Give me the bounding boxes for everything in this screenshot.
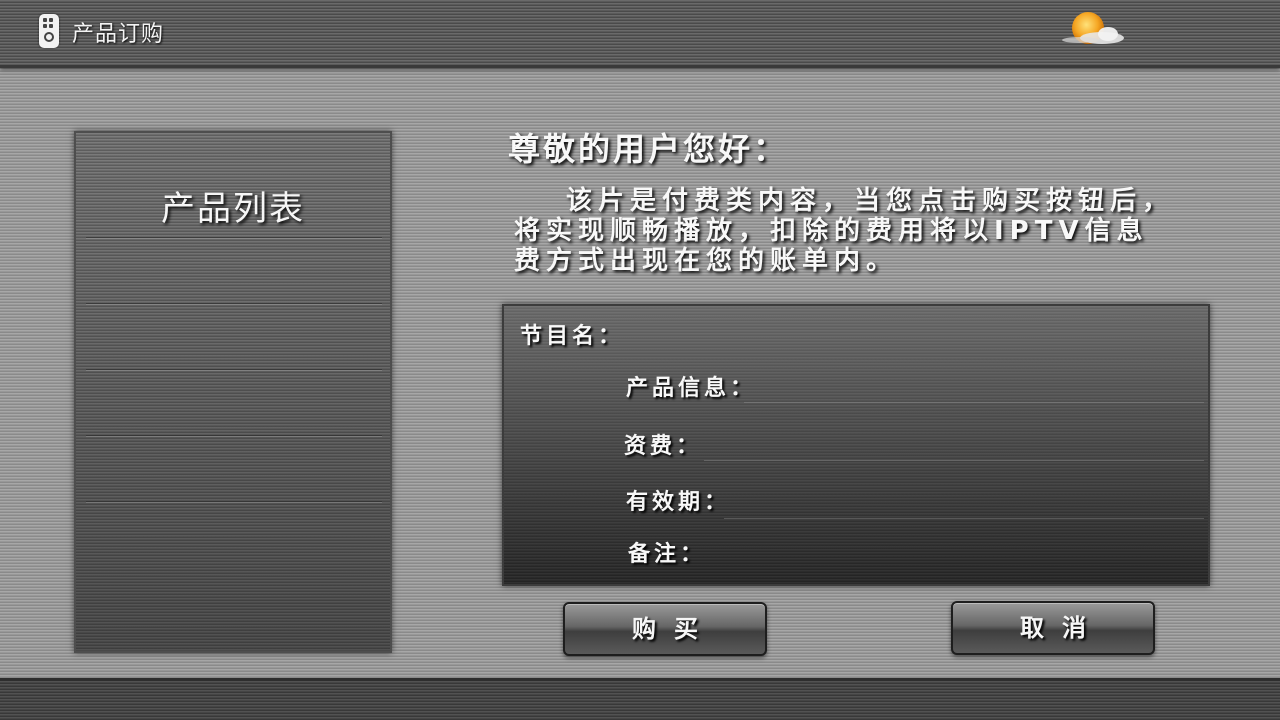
program-info-box: 节目名： 产品信息： 资费： 有效期： 备注： <box>502 304 1210 586</box>
validity-label: 有效期： <box>626 490 731 515</box>
remarks-label: 备注： <box>628 542 707 567</box>
program-name-label: 节目名： <box>520 324 625 349</box>
top-bar: 产品订购 <box>0 0 1280 68</box>
cancel-button[interactable]: 取消 <box>951 601 1155 655</box>
remote-control-icon <box>39 14 59 48</box>
product-list-divider <box>86 369 382 370</box>
product-info-label: 产品信息： <box>626 376 757 401</box>
fee-label: 资费： <box>624 434 703 459</box>
app-title: 产品订购 <box>72 22 165 47</box>
buy-button[interactable]: 购买 <box>563 602 767 656</box>
product-list-divider <box>86 237 382 238</box>
product-list-panel: 产品列表 <box>74 131 392 653</box>
payment-notice: 该片是付费类内容，当您点击购买按钮后，将实现顺畅播放，扣除的费用将以IPTV信息… <box>514 186 1175 276</box>
product-list-divider <box>86 303 382 304</box>
weather-sun-cloud-icon <box>1062 12 1124 44</box>
product-list-divider <box>86 501 382 502</box>
validity-underline <box>724 518 1204 519</box>
product-list-divider <box>86 435 382 436</box>
greeting-heading: 尊敬的用户您好： <box>508 130 789 168</box>
product-info-underline <box>744 402 1204 403</box>
fee-underline <box>704 460 1204 461</box>
bottom-bar <box>0 678 1280 720</box>
product-list-title: 产品列表 <box>161 189 305 229</box>
